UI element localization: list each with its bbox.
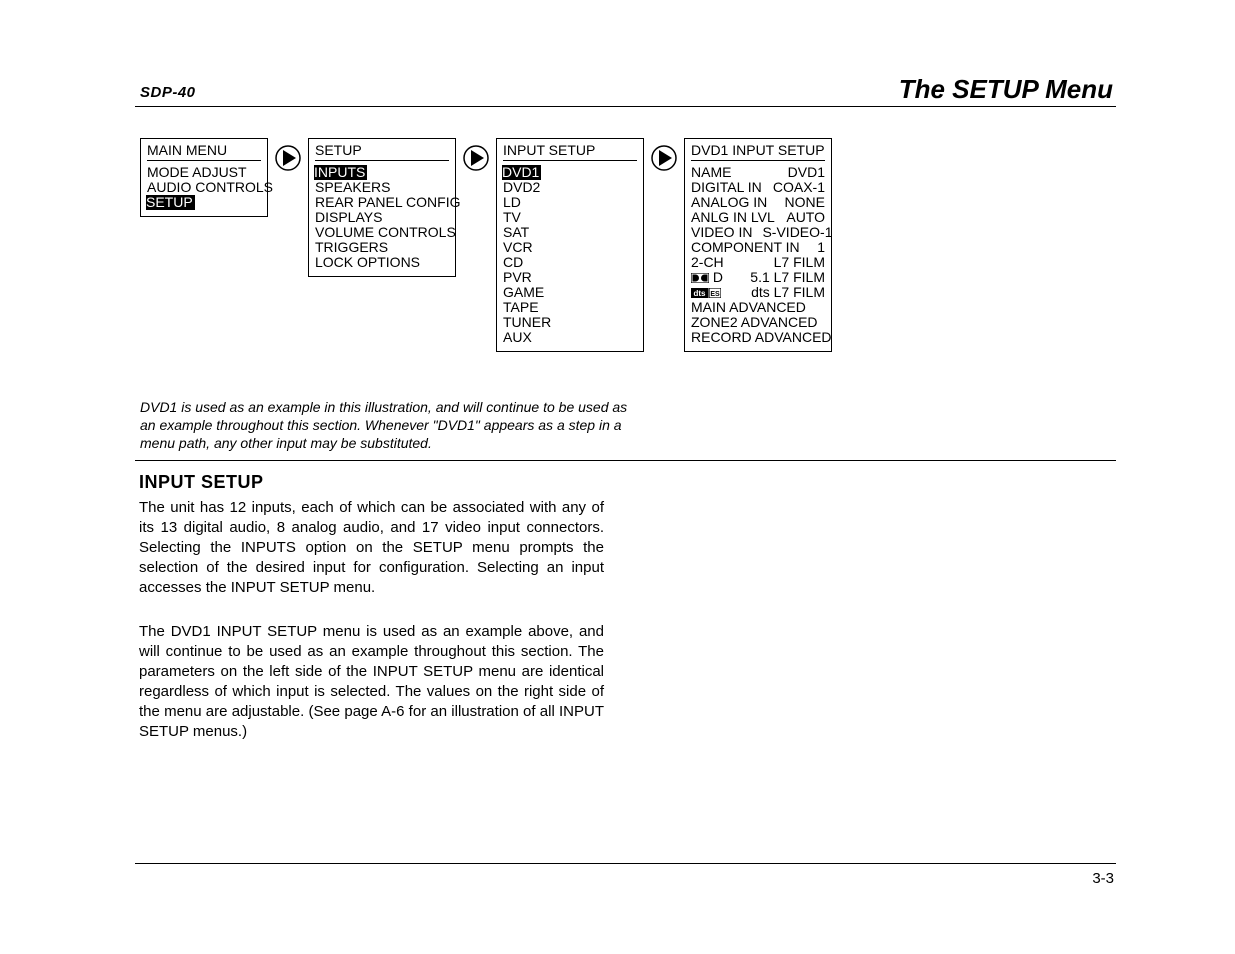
body-paragraph: The unit has 12 inputs, each of which ca… [139, 498, 604, 598]
divider [691, 160, 825, 161]
divider [147, 160, 261, 161]
menu-item: REAR PANEL CONFIG [315, 195, 449, 210]
screen-dvd1-input-setup: DVD1 INPUT SETUP NAME DVD1 DIGITAL IN COAX-… [684, 138, 832, 352]
menu-item: DVD2 [503, 180, 637, 195]
param-row: VIDEO INS-VIDEO-1 [691, 225, 825, 240]
menu-item: TUNER [503, 315, 637, 330]
param-label: COMPONENT IN [691, 240, 800, 255]
body-column: The unit has 12 inputs, each of which ca… [139, 498, 604, 766]
header-title: The SETUP Menu [899, 74, 1113, 105]
menu-item: GAME [503, 285, 637, 300]
screen-main-menu: MAIN MENU MODE ADJUSTAUDIO CONTROLSSETUP [140, 138, 268, 217]
section-heading: INPUT SETUP [139, 472, 264, 493]
param-row: DIGITAL IN COAX-1 [691, 180, 825, 195]
divider [315, 160, 449, 161]
param-value: S-VIDEO-1 [762, 225, 832, 240]
menu-item: CD [503, 255, 637, 270]
menu-item: PVR [503, 270, 637, 285]
param-value: COAX-1 [773, 180, 825, 195]
menu-breadcrumb-screens: MAIN MENU MODE ADJUSTAUDIO CONTROLSSETUP… [140, 138, 832, 352]
menu-item: LOCK OPTIONS [315, 255, 449, 270]
param-value: 1 [817, 240, 825, 255]
screen-title: MAIN MENU [147, 143, 261, 158]
screen-setup: SETUP INPUTSSPEAKERSREAR PANEL CONFIGDIS… [308, 138, 456, 277]
menu-item: TAPE [503, 300, 637, 315]
menu-item: MODE ADJUST [147, 165, 261, 180]
menu-item: INPUTS [314, 165, 367, 180]
svg-text:ES: ES [710, 291, 720, 298]
param-row: COMPONENT IN 1 [691, 240, 825, 255]
arrow-icon [456, 144, 496, 172]
screen-input-setup: INPUT SETUP DVD1DVD2LDTVSATVCRCDPVRGAMET… [496, 138, 644, 352]
menu-item: VCR [503, 240, 637, 255]
menu-item: LD [503, 195, 637, 210]
param-value: NONE [785, 195, 825, 210]
param-row-dolby: D 5.1 L7 FILM [691, 270, 825, 285]
param-row: ANLG IN LVL AUTO [691, 210, 825, 225]
param-value: dts L7 FILM [751, 285, 825, 300]
menu-item: SAT [503, 225, 637, 240]
menu-item: DVD1 [502, 165, 541, 180]
arrow-icon [268, 144, 308, 172]
menu-item: DISPLAYS [315, 210, 449, 225]
menu-item: AUDIO CONTROLS [147, 180, 261, 195]
figure-caption: DVD1 is used as an example in this illus… [140, 398, 640, 452]
dts-es-icon: dts ES [691, 288, 721, 298]
menu-item: VOLUME CONTROLS [315, 225, 449, 240]
menu-item: ZONE2 ADVANCED [691, 315, 825, 330]
header-model: SDP-40 [140, 84, 196, 101]
param-label: DIGITAL IN [691, 180, 762, 195]
param-value: 5.1 L7 FILM [750, 270, 825, 285]
menu-item: SPEAKERS [315, 180, 449, 195]
param-value: AUTO [786, 210, 825, 225]
menu-item: MAIN ADVANCED [691, 300, 825, 315]
menu-item: TRIGGERS [315, 240, 449, 255]
arrow-icon [644, 144, 684, 172]
param-label: ANLG IN LVL [691, 210, 775, 225]
param-row: NAME DVD1 [691, 165, 825, 180]
screen-title: DVD1 INPUT SETUP [691, 143, 825, 158]
menu-item: TV [503, 210, 637, 225]
param-label: VIDEO IN [691, 225, 752, 240]
param-label: 2-CH [691, 255, 724, 270]
param-label: NAME [691, 165, 731, 180]
param-row: 2-CH L7 FILM [691, 255, 825, 270]
screen-title: SETUP [315, 143, 449, 158]
param-value: L7 FILM [774, 255, 825, 270]
param-value: DVD1 [788, 165, 825, 180]
body-paragraph: The DVD1 INPUT SETUP menu is used as an … [139, 622, 604, 742]
header-rule [135, 106, 1116, 107]
page-number: 3-3 [1092, 870, 1114, 887]
param-row: ANALOG IN NONE [691, 195, 825, 210]
menu-item: SETUP [146, 195, 195, 210]
param-label: ANALOG IN [691, 195, 767, 210]
screen-title: INPUT SETUP [503, 143, 637, 158]
param-row-dts: dts ES dts L7 FILM [691, 285, 825, 300]
footer-rule [135, 863, 1116, 864]
dolby-icon [691, 273, 709, 283]
param-label: D [709, 269, 723, 285]
menu-item: RECORD ADVANCED [691, 330, 825, 345]
svg-text:dts: dts [694, 289, 707, 298]
divider [503, 160, 637, 161]
menu-item: AUX [503, 330, 637, 345]
separator-rule [135, 460, 1116, 461]
